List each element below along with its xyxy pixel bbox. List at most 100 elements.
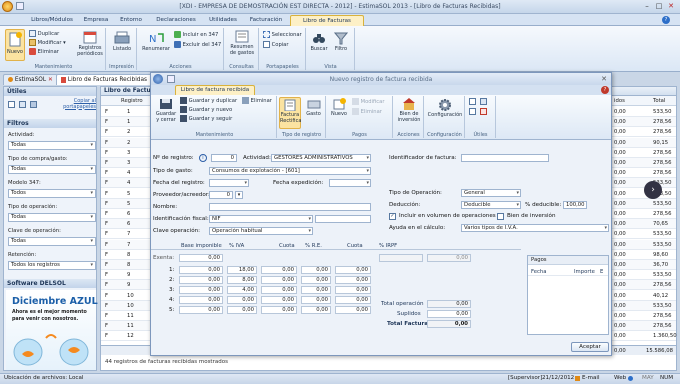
col-registro-header[interactable]: Registro — [121, 98, 143, 104]
filtro-button[interactable]: Filtro — [331, 29, 351, 61]
configuracion-button[interactable]: Configuración — [426, 97, 464, 129]
tax-pct-re-input[interactable]: 0,00 — [301, 306, 331, 314]
dialog-tab-libro[interactable]: Libro de factura recibida — [175, 85, 255, 95]
proveedor-search-button[interactable]: ▾ — [235, 191, 243, 199]
resumen-gastos-button[interactable]: Resumen de gastos — [227, 29, 257, 61]
identificador-input[interactable] — [461, 154, 549, 162]
irpf-input[interactable] — [379, 254, 423, 262]
filter-tipo-compra-select[interactable]: Todas — [8, 165, 96, 174]
next-arrow-icon[interactable]: › — [644, 181, 662, 199]
advert-banner[interactable]: Diciembre AZUL Ahora es el mejor momento… — [6, 290, 98, 370]
factura-rectificativa-button[interactable]: Factura Rectifica — [279, 97, 301, 129]
pagos-eliminar-button[interactable]: Eliminar — [352, 108, 382, 116]
exenta-input[interactable]: 0,00 — [179, 254, 223, 262]
tipo-gasto-select[interactable]: Consumos de explotación - [601] — [209, 167, 371, 175]
tipo-operacion-select[interactable]: General — [461, 189, 521, 197]
seleccionar-button[interactable]: Seleccionar — [263, 31, 302, 39]
identificacion-fiscal-select[interactable]: NIF — [209, 215, 313, 223]
fecha-expedicion-input[interactable] — [329, 179, 371, 187]
status-email[interactable]: E-mail — [582, 375, 600, 381]
duplicar-button[interactable]: Duplicar — [29, 30, 59, 38]
tax-pct-re-input[interactable]: 0,00 — [301, 266, 331, 274]
tax-base-input[interactable]: 0,00 — [179, 296, 223, 304]
tab-declaraciones[interactable]: Declaraciones — [152, 15, 200, 26]
tax-cuota-iva-cell[interactable]: 0,00 — [261, 286, 297, 294]
tax-pct-iva-input[interactable]: 18,00 — [227, 266, 257, 274]
nombre-input[interactable] — [209, 203, 371, 211]
nuevo-button[interactable]: Nuevo — [5, 29, 25, 61]
filter-actividad-select[interactable]: Todas — [8, 141, 96, 150]
tab-libro-facturas-recibidas[interactable]: Libro de Facturas Recibidas — [290, 15, 364, 35]
guardar-cerrar-button[interactable]: Guardar y cerrar — [155, 97, 177, 129]
tax-pct-iva-input[interactable]: 4,00 — [227, 286, 257, 294]
buscar-button[interactable]: Buscar — [309, 29, 329, 61]
filter-tipo-operacion-select[interactable]: Todas — [8, 213, 96, 222]
tab-libros-modulos[interactable]: Libros/Módulos — [28, 15, 76, 26]
tax-base-input[interactable]: 0,00 — [179, 266, 223, 274]
tab-entorno[interactable]: Entorno — [116, 15, 146, 26]
pagos-modificar-button[interactable]: Modificar — [352, 98, 384, 106]
tax-cuota-iva-cell[interactable]: 0,00 — [261, 296, 297, 304]
guardar-duplicar-button[interactable]: Guardar y duplicar — [180, 97, 237, 105]
tax-base-input[interactable]: 0,00 — [179, 276, 223, 284]
col-total-header[interactable]: Total — [653, 98, 665, 104]
fecha-registro-input[interactable] — [209, 179, 249, 187]
pagos-nuevo-button[interactable]: Nuevo — [329, 97, 349, 129]
utiles-grid-icon[interactable] — [480, 98, 487, 105]
filter-clave-operacion-select[interactable]: Todas — [8, 237, 96, 246]
tax-base-input[interactable]: 0,00 — [179, 286, 223, 294]
listado-button[interactable]: Listado — [110, 29, 134, 61]
tax-cuota-re-cell[interactable]: 0,00 — [335, 276, 371, 284]
tax-pct-iva-input[interactable]: 0,00 — [227, 306, 257, 314]
bien-inversion-checkbox[interactable] — [497, 213, 504, 220]
guardar-seguir-button[interactable]: Guardar y seguir — [180, 115, 232, 123]
status-web[interactable]: Web — [614, 375, 626, 381]
maximize-button[interactable]: □ — [654, 2, 664, 11]
proveedor-input[interactable]: 0 — [209, 191, 233, 199]
tab-utilidades[interactable]: Utilidades — [204, 15, 242, 26]
bien-inversion-button[interactable]: Bien de inversión — [395, 97, 423, 129]
tax-cuota-re-cell[interactable]: 0,00 — [335, 286, 371, 294]
incluir-347-button[interactable]: Incluir en 347 — [174, 31, 218, 39]
dialog-eliminar-button[interactable]: Eliminar — [242, 97, 272, 105]
tab-empresa[interactable]: Empresa — [82, 15, 110, 26]
dialog-help-icon[interactable]: ? — [601, 86, 609, 94]
copiar-portapapeles-link[interactable]: Copiar al portapapeles — [62, 98, 96, 110]
tax-base-input[interactable]: 0,00 — [179, 306, 223, 314]
gasto-button[interactable]: Gasto — [303, 97, 324, 129]
eliminar-button[interactable]: Eliminar — [29, 48, 59, 56]
panel-columns-icon[interactable] — [30, 101, 37, 108]
pct-deducible-input[interactable]: 100,00 — [563, 201, 587, 209]
modificar-button[interactable]: Modificar ▾ — [29, 39, 66, 47]
tax-pct-re-input[interactable]: 0,00 — [301, 296, 331, 304]
help-icon[interactable]: ? — [662, 16, 670, 24]
pagos-col-importe[interactable]: Importe — [574, 269, 595, 275]
tax-cuota-re-cell[interactable]: 0,00 — [335, 266, 371, 274]
renumerar-button[interactable]: N Renumerar — [141, 29, 171, 61]
doc-tab-estimasol[interactable]: EstimaSOL ✕ — [3, 74, 58, 85]
actividad-select[interactable]: GESTORES ADMINISTRATIVOS — [271, 154, 371, 162]
tax-cuota-re-cell[interactable]: 0,00 — [335, 306, 371, 314]
registros-periodicos-button[interactable]: Registros periódicos — [76, 29, 104, 61]
nif-input[interactable] — [315, 215, 371, 223]
utiles-calendar-icon[interactable] — [480, 108, 487, 115]
panel-grid-icon[interactable] — [19, 101, 26, 108]
dialog-close-button[interactable]: ✕ — [599, 75, 609, 84]
close-button[interactable]: ✕ — [666, 2, 676, 11]
minimize-button[interactable]: – — [642, 2, 652, 11]
tax-pct-re-input[interactable]: 0,00 — [301, 276, 331, 284]
excluir-347-button[interactable]: Excluir del 347 — [174, 41, 221, 49]
ayuda-calculo-select[interactable]: Varios tipos de I.V.A. — [461, 224, 609, 232]
copiar-button[interactable]: Copiar — [263, 41, 289, 49]
tax-cuota-iva-cell[interactable]: 0,00 — [261, 306, 297, 314]
tab-facturacion[interactable]: Facturación — [246, 15, 286, 26]
n-registro-input[interactable]: 0 — [211, 154, 237, 162]
tax-pct-re-input[interactable]: 0,00 — [301, 286, 331, 294]
filter-modelo-347-select[interactable]: Todos — [8, 189, 96, 198]
clave-operacion-select[interactable]: Operación habitual — [209, 227, 313, 235]
info-icon[interactable]: i — [199, 154, 207, 162]
guardar-nuevo-button[interactable]: Guardar y nuevo — [180, 106, 232, 114]
filter-retencion-select[interactable]: Todos los registros — [8, 261, 96, 270]
col-iva-header[interactable]: idos — [614, 98, 625, 104]
pagos-col-e[interactable]: E — [600, 269, 603, 275]
